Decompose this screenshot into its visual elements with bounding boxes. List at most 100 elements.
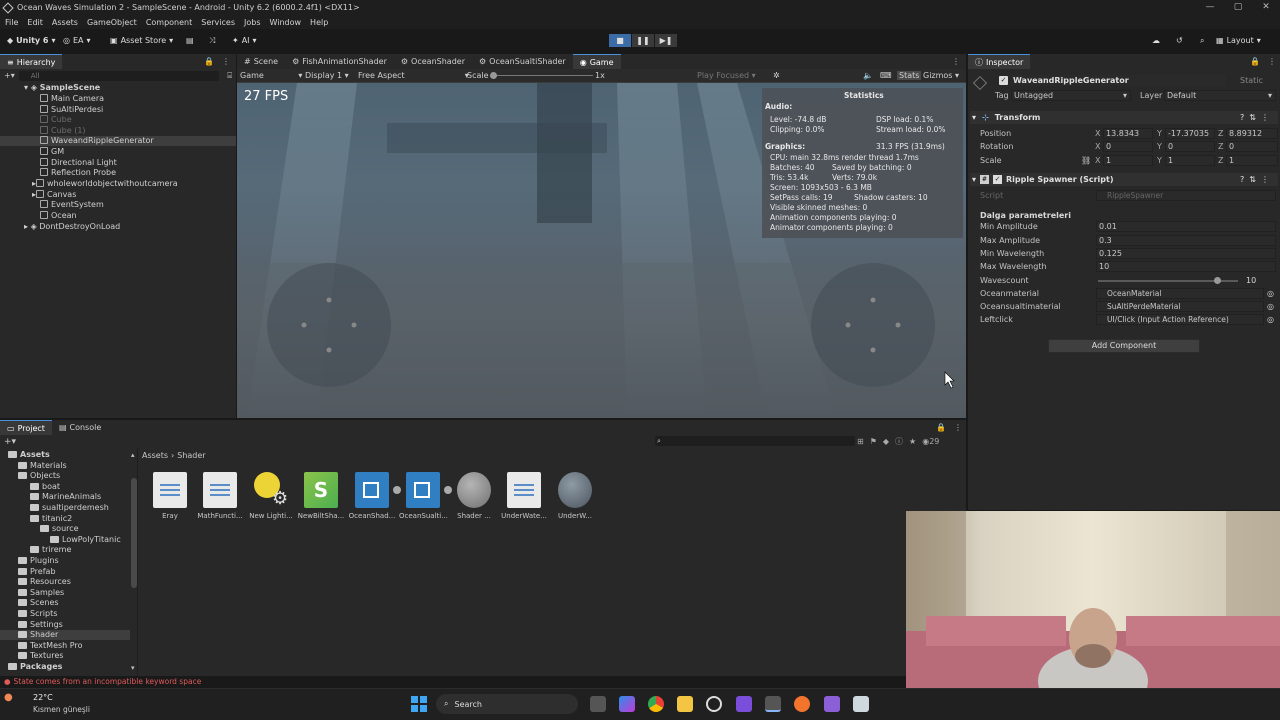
menu-gameobject[interactable]: GameObject (87, 18, 137, 27)
asset-item[interactable]: S NewBiltSha... (297, 472, 345, 520)
pause-button[interactable]: ❚❚ (632, 34, 654, 47)
file-explorer-icon[interactable] (677, 696, 693, 712)
wavescount-slider-track[interactable] (1098, 277, 1238, 284)
stop-play-button[interactable]: ■ (609, 34, 631, 47)
maximize-icon[interactable]: ▢ (1224, 0, 1252, 15)
tree-folder[interactable]: Packages (8, 662, 62, 672)
more-icon[interactable]: ⋮ (1268, 57, 1276, 66)
tab-project[interactable]: ▭ Project (0, 420, 52, 435)
object-picker-icon[interactable]: ◎ (1267, 289, 1274, 298)
gizmos-dropdown[interactable]: Gizmos ▾ (923, 71, 959, 80)
tab-scene[interactable]: # Scene (237, 54, 286, 69)
tab-inspector[interactable]: ⓘ Inspector (968, 54, 1031, 69)
stats-button[interactable]: Stats (897, 71, 922, 80)
keyboard-icon[interactable]: ⌨ (880, 71, 892, 80)
task-view-icon[interactable] (590, 696, 606, 712)
favorite-icon[interactable]: ★ (909, 437, 916, 446)
breadcrumb-assets[interactable]: Assets (142, 451, 168, 460)
component-menu-icons[interactable]: ?⇅⋮ (1240, 175, 1274, 184)
menu-services[interactable]: Services (201, 18, 235, 27)
tree-folder[interactable]: MarineAnimals (30, 492, 101, 502)
asset-item[interactable]: Shader ... (450, 472, 498, 520)
hierarchy-dontdestroy[interactable]: ▸ ◈ DontDestroyOnLoad (24, 222, 120, 232)
component-menu-icons[interactable]: ?⇅⋮ (1240, 113, 1274, 122)
scale-y-field[interactable]: 1 (1165, 155, 1215, 166)
scale-x-field[interactable]: 1 (1103, 155, 1153, 166)
display-dropdown[interactable]: Display 1 ▾ (305, 71, 349, 80)
hierarchy-item[interactable]: Main Camera (40, 94, 104, 104)
tree-folder[interactable]: Samples (18, 588, 64, 598)
filter-type-icon[interactable]: ⊞ (857, 437, 864, 446)
hierarchy-item[interactable]: Directional Light (40, 158, 117, 168)
chrome-icon[interactable] (648, 696, 664, 712)
tree-folder[interactable]: boat (30, 482, 60, 492)
asset-item[interactable]: Eray (146, 472, 194, 520)
scroll-up-icon[interactable]: ▴ (131, 451, 135, 459)
tree-folder[interactable]: Materials (18, 461, 67, 471)
asset-item[interactable]: UnderWate... (500, 472, 548, 520)
position-z-field[interactable]: 8.89312 (1226, 128, 1278, 139)
game-mode-dropdown[interactable]: Game ▾ (240, 71, 302, 80)
rotation-x-field[interactable]: 0 (1103, 141, 1153, 152)
position-y-field[interactable]: -17.37035 (1165, 128, 1215, 139)
tab-hierarchy[interactable]: ≡ Hierarchy (0, 54, 63, 69)
account-button[interactable]: ◎ EA ▾ (63, 33, 91, 48)
tab-game[interactable]: ◉ Game (572, 54, 621, 69)
float-field[interactable]: 10 (1096, 261, 1276, 272)
scroll-down-icon[interactable]: ▾ (131, 664, 135, 672)
blender-icon[interactable] (794, 696, 810, 712)
hierarchy-item[interactable]: GM (40, 147, 64, 157)
aspect-dropdown[interactable]: Free Aspect ▾ (358, 71, 469, 80)
calculator-icon[interactable] (853, 696, 869, 712)
tag-icon[interactable]: ◆ (883, 437, 889, 446)
menu-jobs[interactable]: Jobs (244, 18, 261, 27)
hierarchy-item[interactable]: Reflection Probe (40, 168, 116, 178)
tree-scrollbar[interactable] (131, 478, 137, 588)
asset-item[interactable]: OceanSualti... (399, 472, 452, 520)
layout-button[interactable]: ▦ Layout ▾ (1216, 33, 1261, 48)
asset-store-button[interactable]: ▣ Asset Store ▾ (110, 33, 173, 48)
ai-button[interactable]: ✦ AI ▾ (232, 33, 257, 48)
tree-folder[interactable]: Scripts (18, 609, 57, 619)
asset-item[interactable]: OceanShad... (348, 472, 401, 520)
tab-fish-animation-shader[interactable]: ⚙ FishAnimationShader (285, 54, 394, 69)
add-component-button[interactable]: Add Component (1048, 339, 1200, 353)
tree-folder[interactable]: trireme (30, 545, 71, 555)
unity-editor-icon[interactable] (765, 696, 781, 712)
wavescount-slider-handle[interactable] (1214, 277, 1221, 284)
asset-item[interactable]: UnderW... (551, 472, 599, 520)
float-field[interactable]: 0.3 (1096, 235, 1276, 246)
project-search-input[interactable]: ⌕ (655, 436, 855, 446)
wavescount-value[interactable]: 10 (1246, 276, 1256, 285)
object-ref-field[interactable]: SuAltiPerdeMaterial (1096, 301, 1264, 312)
object-picker-icon[interactable]: ◎ (1267, 315, 1274, 324)
close-icon[interactable]: ✕ (1252, 0, 1280, 15)
tree-folder[interactable]: Settings (18, 620, 63, 630)
history-icon[interactable]: ↺ (1176, 33, 1183, 48)
scene-root[interactable]: ▾ ◈ SampleScene (24, 83, 100, 93)
tag-dropdown[interactable]: Untagged ▾ (1011, 90, 1131, 101)
filter-icon[interactable]: ⌸ (227, 71, 232, 81)
float-field[interactable]: 0.125 (1096, 248, 1276, 259)
status-bar[interactable]: ● State comes from an incompatible keywor… (0, 676, 906, 686)
object-ref-field[interactable]: OceanMaterial (1096, 288, 1264, 299)
tree-folder[interactable]: sualtiperdemesh (30, 503, 109, 513)
object-ref-field[interactable]: UI/Click (Input Action Reference) (1096, 314, 1264, 325)
unity-account-button[interactable]: ◆ Unity 6 ▾ (7, 33, 56, 48)
enabled-checkbox[interactable]: ✓ (993, 175, 1003, 184)
minimize-icon[interactable]: — (1196, 0, 1224, 15)
ripple-spawner-header[interactable]: ▾ # ✓ Ripple Spawner (Script) ?⇅⋮ (970, 173, 1278, 186)
weather-temp[interactable]: 22°C (33, 693, 53, 702)
tree-folder[interactable]: Resources (18, 577, 71, 587)
hierarchy-item[interactable]: ▸ Canvas (32, 190, 76, 200)
tree-folder[interactable]: LowPolyTitanic (50, 535, 121, 545)
layer-dropdown[interactable]: Default ▾ (1164, 90, 1276, 101)
version-control-icon[interactable]: ⤨ (209, 33, 215, 48)
link-scale-icon[interactable]: ⛓ (1081, 156, 1091, 165)
object-name-field[interactable]: WaveandRippleGenerator (1011, 75, 1226, 86)
more-icon[interactable]: ⋮ (222, 57, 230, 66)
scale-z-field[interactable]: 1 (1226, 155, 1278, 166)
add-asset-icon[interactable]: +▾ (4, 437, 16, 447)
taskbar-search[interactable]: ⌕ Search (436, 694, 578, 714)
asset-item[interactable]: ⚙ New Lighti... (247, 472, 295, 520)
